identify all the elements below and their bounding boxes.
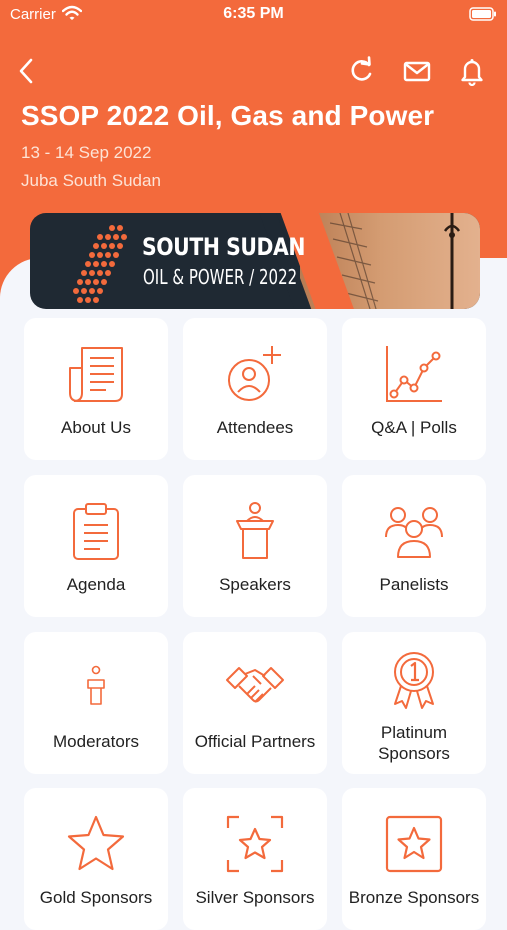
newspaper-icon: [69, 347, 123, 402]
tile-silver-sponsors[interactable]: Silver Sponsors: [183, 788, 327, 930]
logo-dot: [113, 252, 119, 258]
logo-dot: [85, 279, 91, 285]
logo-dot: [89, 288, 95, 294]
logo-dot: [85, 297, 91, 303]
logo-dot: [93, 243, 99, 249]
event-banner[interactable]: SOUTH SUDAN OIL & POWER / 2022: [30, 213, 480, 309]
event-date: 13 - 14 Sep 2022: [21, 143, 152, 162]
tile-gold-sponsors[interactable]: Gold Sponsors: [24, 788, 168, 930]
logo-dot: [93, 261, 99, 267]
tile-label-moderators: Moderators: [53, 732, 139, 751]
tile-official-partners[interactable]: Official Partners: [183, 632, 327, 774]
line-chart-icon: [386, 346, 442, 402]
logo-dot: [121, 234, 127, 240]
logo-dot: [97, 270, 103, 276]
logo-dot: [109, 261, 115, 267]
star-square-icon: [385, 815, 443, 873]
status-bar: Carrier 6:35 PM: [0, 0, 507, 30]
tile-speakers[interactable]: Speakers: [183, 475, 327, 617]
tile-label-bronze-sponsors: Bronze Sponsors: [348, 888, 480, 907]
logo-dot: [105, 234, 111, 240]
logo-dot: [93, 297, 99, 303]
logo-dot: [85, 261, 91, 267]
tile-panelists[interactable]: Panelists: [342, 475, 486, 617]
banner-subtitle: OIL & POWER / 2022: [143, 265, 298, 289]
banner-title: SOUTH SUDAN: [142, 233, 306, 261]
tile-label-about-us: About Us: [61, 418, 131, 437]
star-frame-icon: [226, 815, 284, 873]
banner-logo-dots: [73, 225, 127, 303]
status-time: 6:35 PM: [223, 5, 284, 22]
logo-dot: [113, 234, 119, 240]
logo-dot: [101, 261, 107, 267]
tile-qa-polls[interactable]: Q&A | Polls: [342, 318, 486, 460]
logo-dot: [109, 243, 115, 249]
oil-rig-icon: [330, 213, 461, 309]
tile-label-silver-sponsors: Silver Sponsors: [195, 888, 315, 907]
tile-label-attendees: Attendees: [216, 418, 294, 437]
tile-about-us[interactable]: About Us: [24, 318, 168, 460]
logo-dot: [81, 288, 87, 294]
refresh-icon[interactable]: [347, 56, 375, 86]
group-icon: [385, 507, 443, 558]
logo-dot: [93, 279, 99, 285]
back-icon[interactable]: [14, 56, 40, 86]
tile-platinum-sponsors[interactable]: Platinum Sponsors: [342, 632, 486, 774]
podium-icon: [236, 502, 274, 559]
logo-dot: [73, 288, 79, 294]
handshake-icon: [226, 667, 284, 703]
logo-dot: [105, 252, 111, 258]
logo-dot: [109, 225, 115, 231]
star-icon: [67, 815, 125, 871]
tile-agenda[interactable]: Agenda: [24, 475, 168, 617]
logo-dot: [81, 270, 87, 276]
logo-dot: [97, 288, 103, 294]
tile-label-gold-sponsors: Gold Sponsors: [39, 888, 153, 907]
logo-dot: [105, 270, 111, 276]
tile-label-platinum-sponsors: Platinum Sponsors: [378, 723, 450, 763]
event-location: Juba South Sudan: [21, 171, 161, 190]
bell-icon[interactable]: [458, 56, 486, 86]
event-title: SSOP 2022 Oil, Gas and Power: [21, 100, 435, 131]
logo-dot: [77, 297, 83, 303]
logo-dot: [77, 279, 83, 285]
tile-label-qa-polls: Q&A | Polls: [371, 418, 457, 437]
award-ribbon-icon: [394, 652, 434, 709]
tile-label-agenda: Agenda: [66, 575, 126, 594]
tile-moderators[interactable]: Moderators: [24, 632, 168, 774]
logo-dot: [89, 270, 95, 276]
logo-dot: [117, 225, 123, 231]
tile-label-panelists: Panelists: [379, 575, 449, 594]
clipboard-icon: [73, 503, 119, 560]
tile-label-official-partners: Official Partners: [194, 732, 316, 751]
add-user-icon: [228, 346, 281, 401]
tile-attendees[interactable]: Attendees: [183, 318, 327, 460]
logo-dot: [101, 279, 107, 285]
moderator-icon: [87, 665, 105, 705]
mail-icon[interactable]: [402, 56, 432, 86]
tile-label-speakers: Speakers: [219, 575, 291, 594]
logo-dot: [117, 243, 123, 249]
logo-dot: [101, 243, 107, 249]
logo-dot: [97, 234, 103, 240]
battery-icon: [469, 7, 496, 21]
tile-bronze-sponsors[interactable]: Bronze Sponsors: [342, 788, 486, 930]
logo-dot: [89, 252, 95, 258]
logo-dot: [97, 252, 103, 258]
